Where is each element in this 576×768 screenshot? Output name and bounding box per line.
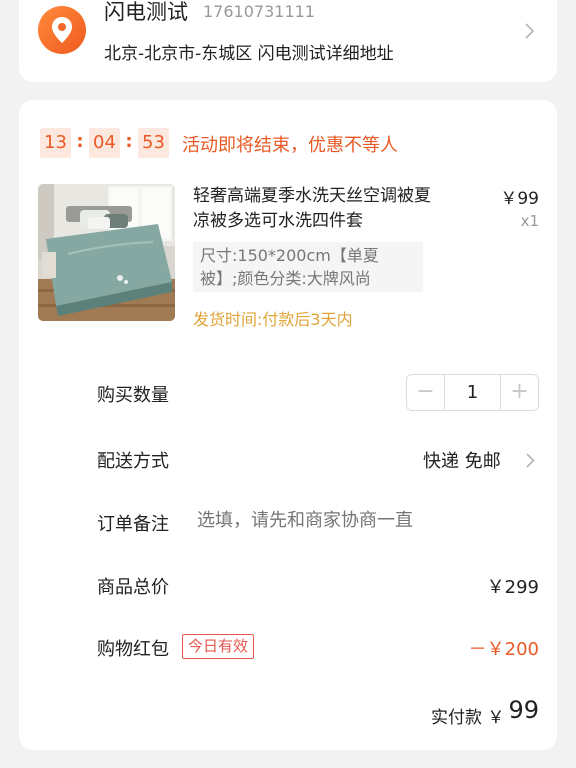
coupon-badge: 今日有效: [182, 634, 255, 659]
chevron-right-icon[interactable]: [525, 452, 536, 469]
countdown-hours: 13: [40, 128, 71, 158]
address-card[interactable]: 闪电测试 17610731111 北京-北京市-东城区 闪电测试详细地址: [19, 0, 557, 82]
pay-amount: 99: [508, 696, 539, 724]
coupon-label: 购物红包: [97, 639, 169, 660]
delivery-label: 配送方式: [97, 451, 169, 472]
order-note-input[interactable]: [197, 510, 527, 531]
pay-label-text: 实付款: [431, 708, 482, 728]
product-spec: 尺寸:150*200cm【单夏被】;颜色分类:大牌风尚: [193, 242, 423, 292]
ship-time: 发货时间:付款后3天内: [193, 310, 353, 329]
quantity-stepper[interactable]: − 1 +: [406, 374, 539, 411]
location-pin-icon: [38, 6, 86, 54]
address-detail: 北京-北京市-东城区 闪电测试详细地址: [104, 44, 394, 64]
quantity-value[interactable]: 1: [446, 375, 499, 410]
order-card: 13 : 04 : 53 活动即将结束，优惠不等人 轻奢高端夏季水洗天丝空调被夏…: [19, 100, 557, 750]
decrease-button[interactable]: −: [407, 375, 445, 410]
chevron-right-icon[interactable]: [524, 22, 536, 40]
promo-message: 活动即将结束，优惠不等人: [182, 135, 398, 156]
countdown-separator: :: [125, 131, 133, 152]
product-title[interactable]: 轻奢高端夏季水洗天丝空调被夏凉被多选可水洗四件套: [193, 184, 443, 234]
countdown-separator: :: [76, 131, 84, 152]
product-image[interactable]: [38, 184, 175, 321]
increase-button[interactable]: +: [500, 375, 538, 410]
recipient-name: 闪电测试: [104, 0, 188, 24]
total-price: ￥299: [486, 577, 539, 598]
countdown-seconds: 53: [138, 128, 169, 158]
countdown-minutes: 04: [89, 128, 120, 158]
recipient-phone: 17610731111: [203, 2, 315, 21]
total-label: 商品总价: [97, 577, 169, 598]
coupon-discount[interactable]: －￥200: [439, 635, 539, 661]
product-quantity: x1: [520, 212, 539, 230]
delivery-method[interactable]: 快递 免邮: [423, 447, 501, 473]
quantity-label: 购买数量: [97, 385, 169, 406]
product-unit-price: ￥99: [500, 189, 539, 209]
note-label: 订单备注: [97, 514, 169, 535]
